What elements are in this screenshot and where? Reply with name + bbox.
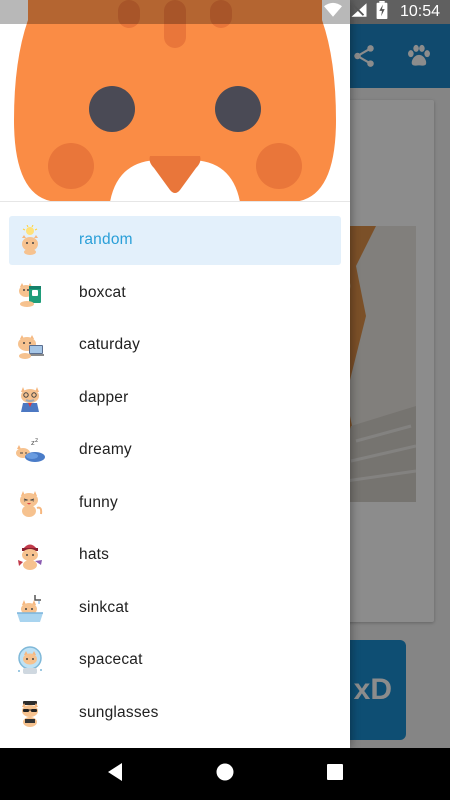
funny-cat-icon: [15, 488, 45, 518]
drawer-item-hats[interactable]: hats: [0, 529, 350, 582]
hat-cat-icon: [15, 540, 45, 571]
drawer-item-label: dapper: [79, 388, 129, 406]
sink-cat-icon: [15, 593, 45, 623]
status-bar: 10:54: [0, 0, 450, 24]
drawer-item-label: caturday: [79, 336, 141, 354]
lightbulb-cat-icon: [15, 225, 45, 256]
home-circle-icon: [215, 762, 235, 787]
navigation-drawer: random boxcat caturday dapper zz dreamy …: [0, 0, 350, 748]
sunglasses-cat-icon: [15, 698, 45, 728]
drawer-header: [0, 0, 350, 202]
system-nav-bar: [0, 748, 450, 800]
back-button[interactable]: [95, 754, 135, 794]
space-cat-icon: [15, 645, 45, 675]
drawer-item-dapper[interactable]: dapper: [0, 372, 350, 425]
drawer-item-label: random: [79, 231, 133, 249]
drawer-item-spacecat[interactable]: spacecat: [0, 634, 350, 687]
drawer-item-dreamy[interactable]: zz dreamy: [0, 424, 350, 477]
drawer-item-label: hats: [79, 546, 110, 564]
drawer-item-funny[interactable]: funny: [0, 477, 350, 530]
status-time: 10:54: [399, 3, 440, 20]
drawer-item-boxcat[interactable]: boxcat: [0, 267, 350, 320]
drawer-item-sinkcat[interactable]: sinkcat: [0, 582, 350, 635]
drawer-item-label: spacecat: [79, 651, 143, 669]
drawer-item-label: sunglasses: [79, 703, 159, 721]
drawer-item-sunglasses[interactable]: sunglasses: [0, 687, 350, 740]
drawer-item-label: boxcat: [79, 283, 126, 301]
cat-face-illustration: [0, 0, 350, 201]
wifi-icon: [323, 2, 342, 23]
back-triangle-icon: [106, 762, 124, 787]
drawer-item-label: dreamy: [79, 441, 132, 459]
svg-text:z: z: [35, 437, 38, 444]
laptop-cat-icon: [15, 330, 45, 360]
drawer-item-label: funny: [79, 493, 118, 511]
sleeping-cat-icon: zz: [15, 435, 45, 465]
recents-button[interactable]: [315, 754, 355, 794]
signal-icon: [350, 2, 368, 23]
drawer-item-random[interactable]: random: [0, 214, 350, 267]
battery-charging-icon: [376, 0, 388, 24]
drawer-menu: random boxcat caturday dapper zz dreamy …: [0, 214, 350, 739]
home-button[interactable]: [205, 754, 245, 794]
drawer-item-label: sinkcat: [79, 598, 129, 616]
box-cat-icon: [15, 278, 45, 308]
dapper-cat-icon: [15, 383, 45, 413]
recents-square-icon: [326, 763, 344, 786]
drawer-item-caturday[interactable]: caturday: [0, 319, 350, 372]
